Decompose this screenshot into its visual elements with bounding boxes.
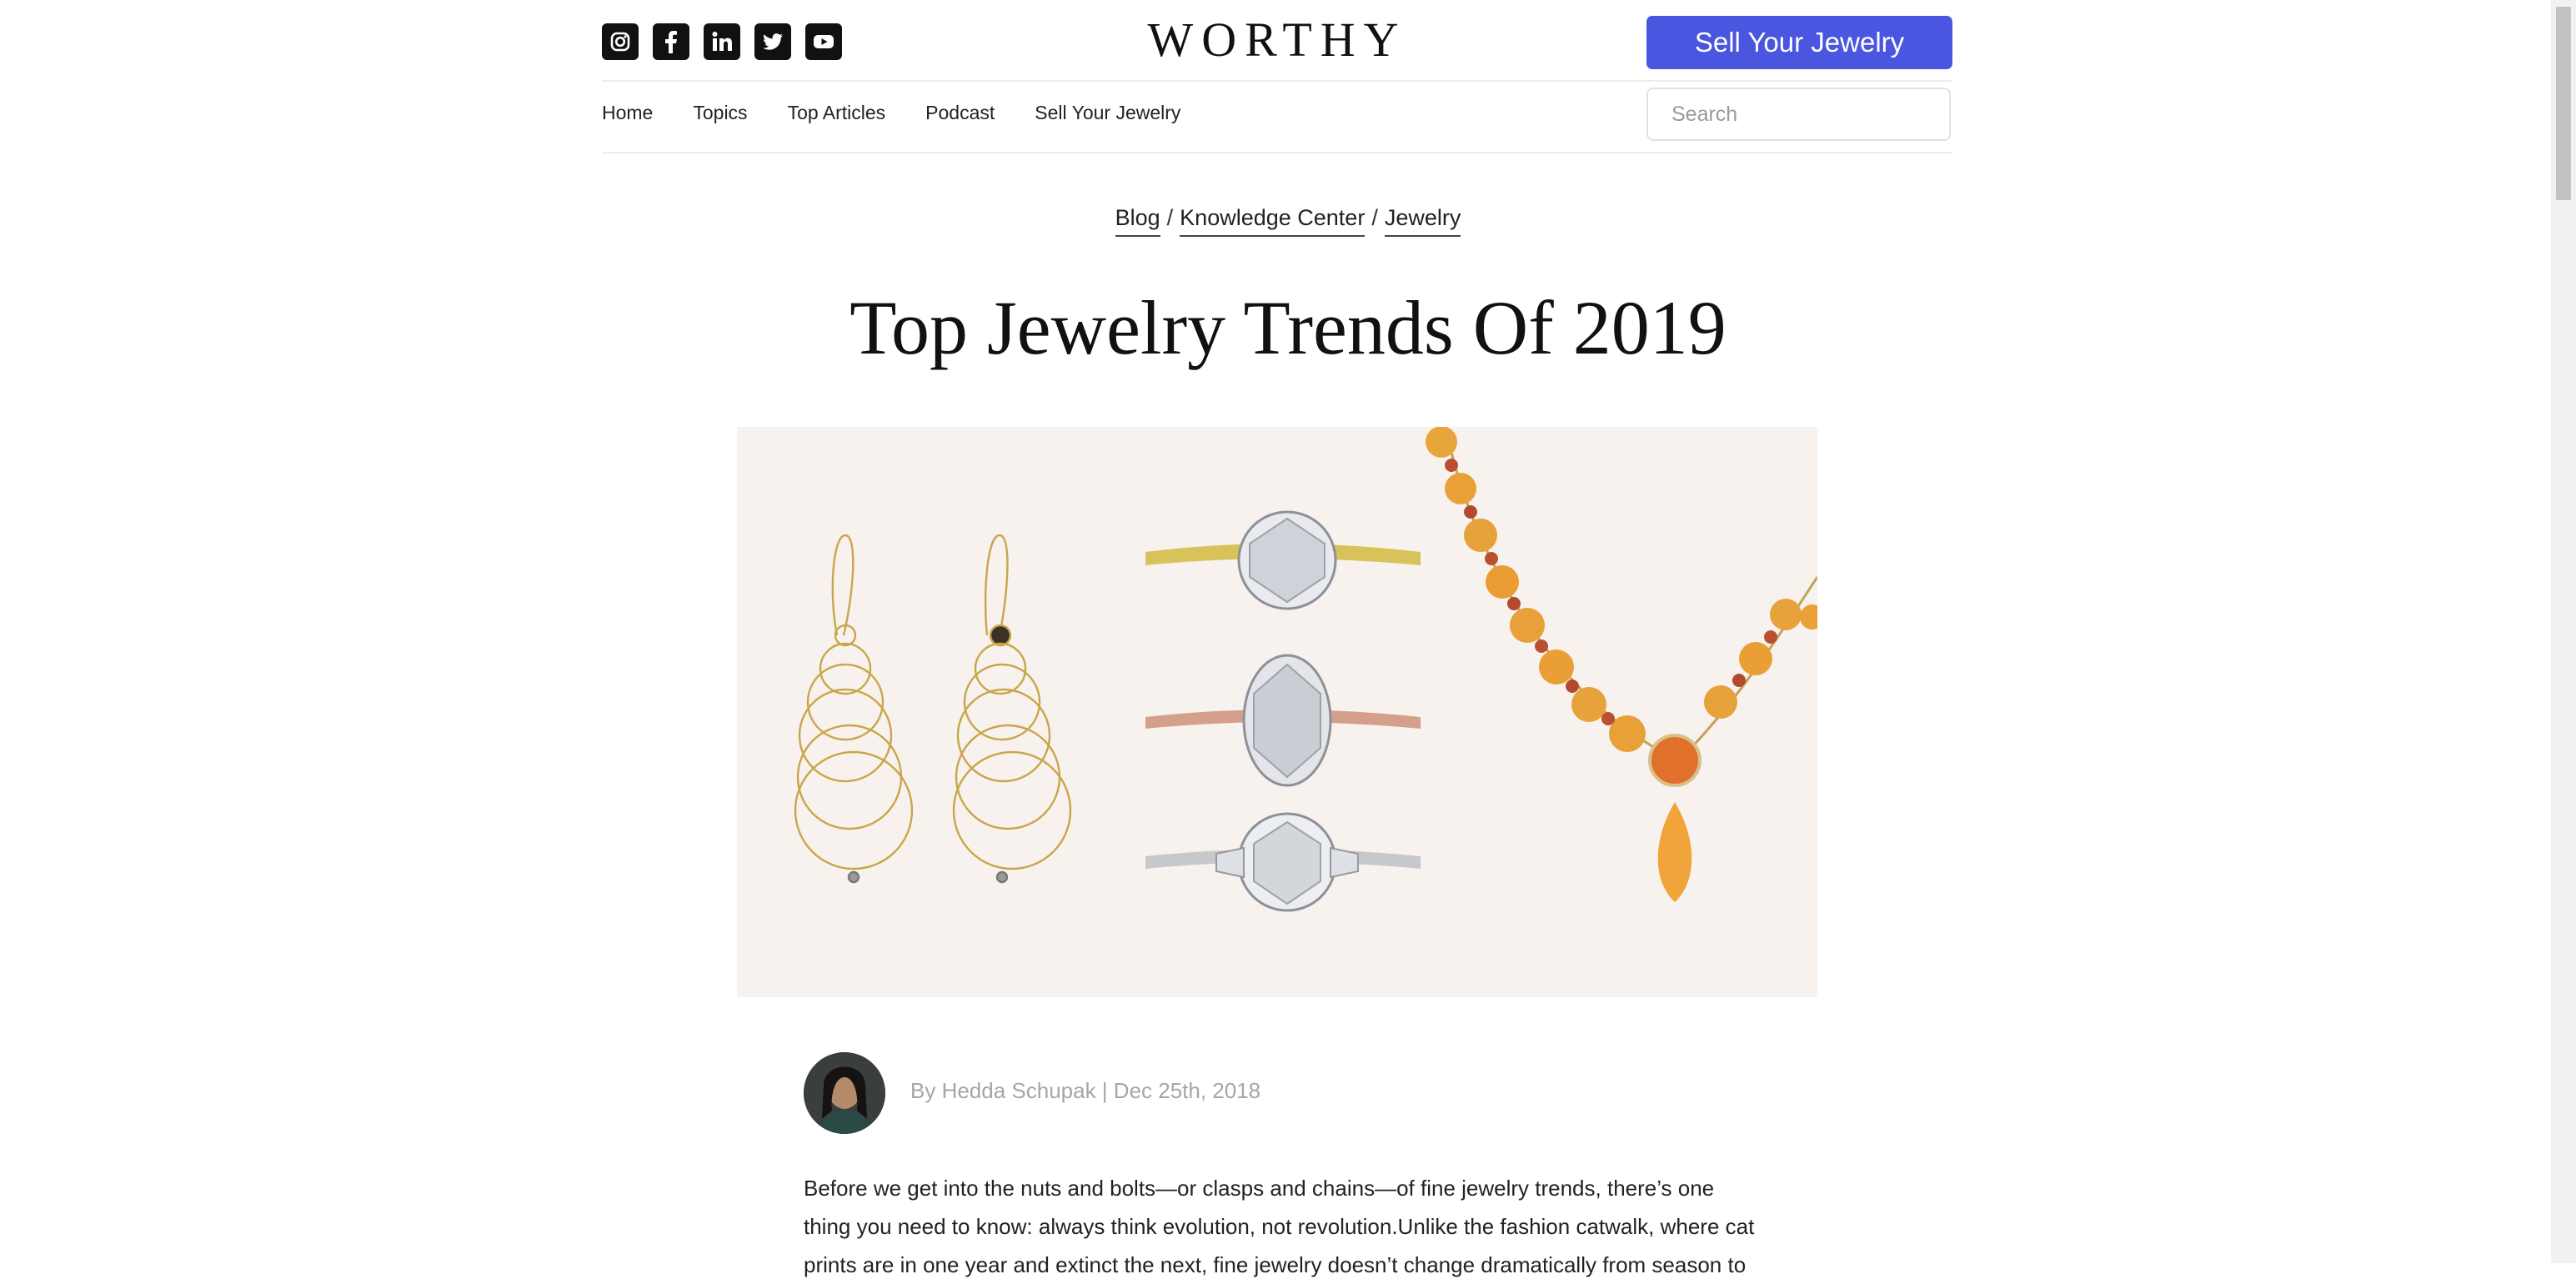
sell-your-jewelry-button[interactable]: Sell Your Jewelry (1646, 16, 1952, 69)
gemstone-necklace (1426, 427, 1817, 902)
social-links (602, 23, 842, 60)
linkedin-icon[interactable] (704, 23, 740, 60)
header-divider (602, 80, 1952, 82)
hero-image (737, 427, 1817, 997)
breadcrumb-separator: / (1371, 205, 1378, 230)
gold-earrings (794, 534, 1072, 884)
breadcrumb-separator: / (1166, 205, 1174, 230)
breadcrumb: Blog / Knowledge Center / Jewelry (0, 205, 2576, 237)
worthy-logo[interactable]: WORTHY (1144, 12, 1411, 68)
author-avatar (804, 1052, 885, 1134)
nav-item-home[interactable]: Home (602, 102, 653, 124)
engagement-rings (1145, 510, 1421, 912)
scrollbar-thumb[interactable] (2556, 7, 2571, 200)
breadcrumb-jewelry[interactable]: Jewelry (1384, 205, 1461, 237)
nav-item-top-articles[interactable]: Top Articles (788, 102, 886, 124)
page-scrollbar[interactable] (2551, 0, 2576, 1263)
nav-item-podcast[interactable]: Podcast (925, 102, 995, 124)
youtube-icon[interactable] (805, 23, 842, 60)
main-nav: Home Topics Top Articles Podcast Sell Yo… (602, 102, 1180, 124)
facebook-icon[interactable] (653, 23, 689, 60)
breadcrumb-blog[interactable]: Blog (1115, 205, 1160, 237)
article-title: Top Jewelry Trends Of 2019 (849, 285, 1727, 370)
nav-divider (602, 152, 1952, 153)
article-body: Before we get into the nuts and bolts—or… (804, 1176, 1755, 1277)
search-input[interactable] (1670, 101, 1942, 128)
twitter-icon[interactable] (754, 23, 791, 60)
search-box (1646, 88, 1951, 141)
nav-item-sell-your-jewelry[interactable]: Sell Your Jewelry (1035, 102, 1180, 124)
nav-item-topics[interactable]: Topics (693, 102, 747, 124)
instagram-icon[interactable] (602, 23, 639, 60)
breadcrumb-knowledge-center[interactable]: Knowledge Center (1180, 205, 1366, 237)
article-byline: By Hedda Schupak | Dec 25th, 2018 (910, 1078, 1261, 1103)
